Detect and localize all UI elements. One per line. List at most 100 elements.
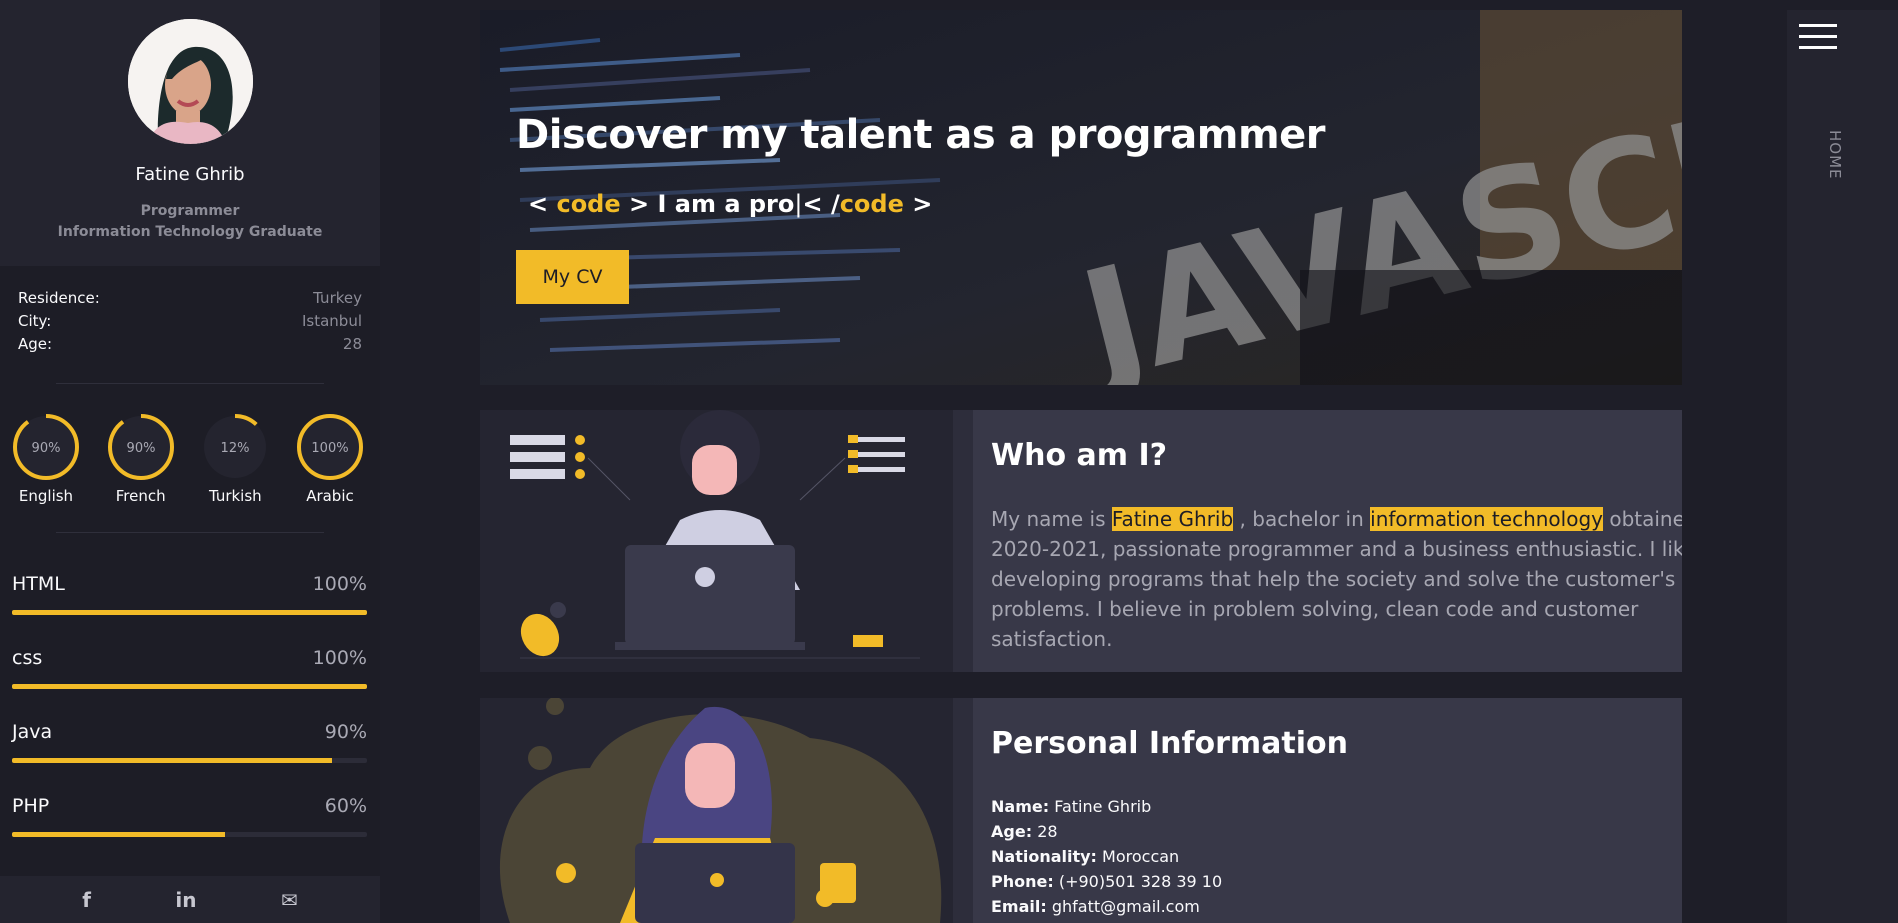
fact-residence: Residence: Turkey <box>18 286 362 309</box>
facebook-icon[interactable]: f <box>82 888 91 912</box>
profile-name: Fatine Ghrib <box>135 164 245 185</box>
skill-name: PHP <box>12 795 50 817</box>
profile-role: Programmer Information Technology Gradua… <box>0 201 380 243</box>
language-ring: 90% <box>107 414 174 480</box>
typing-bracket: > <box>912 190 933 218</box>
about-body: Who am I? My name is Fatine Ghrib , bach… <box>973 410 1682 672</box>
info-row-phone: Phone: (+90)501 328 39 10 <box>991 869 1222 894</box>
skill-percent: 90% <box>324 721 367 743</box>
language-name: Arabic <box>306 487 354 505</box>
skill-name: Java <box>12 721 53 743</box>
typing-text: < code > I am a pro|< /code > <box>528 190 932 218</box>
fact-city: City: Istanbul <box>18 309 362 332</box>
skill-css: css 100% <box>12 647 367 721</box>
skill-bar-fill <box>12 832 225 837</box>
nav-home-link[interactable]: HOME <box>1826 130 1844 180</box>
personal-body: Personal Information Name: Fatine Ghrib … <box>973 698 1682 923</box>
info-key: Phone: <box>991 872 1054 891</box>
info-row-name: Name: Fatine Ghrib <box>991 794 1222 819</box>
info-value: Fatine Ghrib <box>1054 797 1152 816</box>
skill-bar <box>12 832 367 837</box>
skill-percent: 100% <box>312 647 367 669</box>
sidebar: Fatine Ghrib Programmer Information Tech… <box>0 0 380 923</box>
fact-key: Age: <box>18 334 53 353</box>
about-card: Who am I? My name is Fatine Ghrib , bach… <box>480 410 1682 672</box>
language-ring: 90% <box>13 414 79 480</box>
personal-facts: Residence: Turkey City: Istanbul Age: 28 <box>0 266 380 355</box>
fact-key: City: <box>18 311 52 330</box>
skill-percent: 60% <box>324 795 367 817</box>
profile-role-subtitle: Information Technology Graduate <box>57 224 323 240</box>
typing-bracket: > <box>629 190 650 218</box>
personal-info-card: Personal Information Name: Fatine Ghrib … <box>480 698 1682 923</box>
skill-bar-fill <box>12 610 367 615</box>
right-nav-rail: HOME <box>1787 10 1898 923</box>
skill-percent: 100% <box>312 573 367 595</box>
typing-tag: code <box>839 190 904 218</box>
linkedin-icon[interactable]: in <box>175 888 196 912</box>
language-ring: 100% <box>296 414 363 480</box>
language-turkish: 12% Turkish <box>199 413 271 505</box>
hero-banner: JAVASCRIPT Discover my talent as a progr… <box>480 10 1682 385</box>
personal-illustration <box>480 698 953 923</box>
profile-header: Fatine Ghrib Programmer Information Tech… <box>0 0 380 266</box>
avatar <box>127 19 253 144</box>
language-english: 90% English <box>10 413 82 505</box>
highlight-name: Fatine Ghrib <box>1111 507 1234 531</box>
fact-value: 28 <box>342 334 362 353</box>
skill-bar <box>12 758 367 763</box>
hamburger-menu-icon[interactable] <box>1799 24 1839 54</box>
info-row-email: Email: ghfatt@gmail.com <box>991 894 1222 919</box>
language-name: French <box>115 487 166 505</box>
language-percent: 12% <box>221 441 250 456</box>
info-value: Moroccan <box>1102 847 1180 866</box>
cv-button[interactable]: My CV <box>516 250 629 304</box>
about-text: My name is Fatine Ghrib , bachelor in in… <box>991 504 1682 654</box>
info-key: Email: <box>991 897 1047 916</box>
typing-content: I am a pro <box>657 190 795 218</box>
info-value: (+90)501 328 39 10 <box>1058 872 1223 891</box>
language-name: English <box>18 487 74 505</box>
social-links: f in ✉ <box>0 876 380 923</box>
skill-bar <box>12 610 367 615</box>
personal-title: Personal Information <box>991 726 1348 761</box>
language-ring: 12% <box>202 414 269 480</box>
skill-html: HTML 100% <box>12 573 367 647</box>
info-value: 28 <box>1037 822 1058 841</box>
about-text-part: My name is <box>991 507 1112 531</box>
fact-key: Residence: <box>18 288 100 307</box>
language-levels: 90% English 90% French 12% Turkish 100% … <box>0 384 380 505</box>
about-text-part: , bachelor in <box>1233 507 1371 531</box>
skill-bar-fill <box>12 758 332 763</box>
about-title: Who am I? <box>991 438 1168 473</box>
about-illustration <box>480 410 953 672</box>
language-french: 90% French <box>105 413 177 505</box>
info-value: ghfatt@gmail.com <box>1051 897 1200 916</box>
hero-title: Discover my talent as a programmer <box>516 112 1325 158</box>
language-percent: 90% <box>32 441 61 456</box>
language-percent: 90% <box>126 441 155 456</box>
highlight-degree: information technology <box>1370 507 1603 531</box>
skill-levels: HTML 100% css 100% Java 90% PHP 60% <box>0 533 380 869</box>
skill-bar <box>12 684 367 689</box>
typing-bracket: < <box>528 190 549 218</box>
language-name: Turkish <box>208 487 262 505</box>
info-row-nationality: Nationality: Moroccan <box>991 844 1222 869</box>
skill-java: Java 90% <box>12 721 367 795</box>
info-row-age: Age: 28 <box>991 819 1222 844</box>
profile-role-title: Programmer <box>140 203 240 219</box>
fact-age: Age: 28 <box>18 332 362 355</box>
fact-value: Turkey <box>313 288 362 307</box>
info-key: Nationality: <box>991 847 1097 866</box>
typing-slash: / <box>830 190 840 218</box>
skill-name: css <box>12 647 43 669</box>
typing-bracket: < <box>802 190 823 218</box>
language-arabic: 100% Arabic <box>294 413 366 505</box>
info-key: Name: <box>991 797 1050 816</box>
skill-bar-fill <box>12 684 367 689</box>
typing-tag: code <box>556 190 621 218</box>
skill-php: PHP 60% <box>12 795 367 869</box>
email-icon[interactable]: ✉ <box>281 888 298 912</box>
skill-name: HTML <box>12 573 65 595</box>
info-key: Age: <box>991 822 1033 841</box>
